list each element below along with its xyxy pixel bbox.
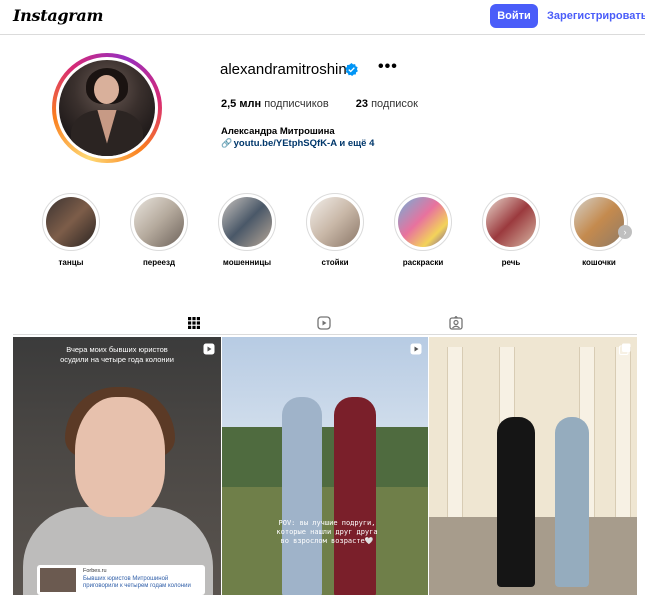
news-thumbnail [40,568,76,592]
post-caption: POV: вы лучшие подруги, которые нашли др… [276,519,378,545]
highlight-label: танцы [58,258,84,267]
following-label: подписок [371,98,418,110]
more-options-icon[interactable]: ••• [378,58,398,76]
highlight-coloring-icon [398,197,448,247]
reels-icon [317,316,331,330]
tab-reels[interactable] [303,311,345,335]
tab-posts[interactable] [173,311,215,335]
highlight-handstands-icon [310,197,360,247]
highlight-label: стойки [321,258,349,267]
news-source: Forbes.ru [83,568,107,574]
highlight-scammers-icon [222,197,272,247]
following-count: 23 [355,98,369,110]
top-bar: Instagram Войти Зарегистрироваться [0,0,645,35]
link-icon: 🔗 [221,138,233,148]
highlight-item[interactable]: речь [480,193,542,267]
highlight-label: переезд [142,258,176,267]
avatar-image [59,60,155,156]
profile-full-name: Александра Митрошина [221,126,335,137]
post-thumbnail[interactable] [429,337,637,595]
signup-link[interactable]: Зарегистрироваться [547,10,645,22]
story-highlights: танцы переезд мошенницы стойки раскраски… [40,193,640,273]
profile-stats: 2,5 млн подписчиков 23 подписок [221,98,442,110]
followers-count: 2,5 млн [221,98,262,110]
chevron-right-icon[interactable]: › [618,225,632,239]
highlight-label: кошочки [582,258,616,267]
carousel-badge-icon [619,343,631,355]
highlight-speech-icon [486,197,536,247]
tabs-divider [13,334,637,335]
grid-icon [188,316,200,329]
following-stat[interactable]: 23 подписок [356,98,418,110]
post-thumbnail[interactable]: POV: вы лучшие подруги, которые нашли др… [222,337,428,595]
profile-username: alexandramitroshina [220,61,356,78]
followers-label: подписчиков [264,98,329,110]
reel-badge-icon [203,343,215,355]
highlight-cats-icon [574,197,624,247]
instagram-logo[interactable]: Instagram [13,6,103,25]
post-thumbnail[interactable]: Вчера моих бывших юристов осудили на чет… [13,337,221,595]
highlight-item[interactable]: стойки [304,193,366,267]
reel-badge-icon [410,343,422,355]
post-caption: Вчера моих бывших юристов осудили на чет… [60,345,174,364]
highlight-move-icon [134,197,184,247]
highlight-item[interactable]: раскраски [392,193,454,267]
highlight-label: речь [501,258,521,267]
news-card: Forbes.ru Бывших юристов Митрошиной приг… [37,565,205,595]
news-title: Бывших юристов Митрошиной приговорили к … [83,576,191,589]
highlight-item[interactable]: переезд [128,193,190,267]
followers-stat[interactable]: 2,5 млн подписчиков [221,98,329,110]
highlight-label: мошенницы [222,258,272,267]
highlight-item[interactable]: мошенницы [216,193,278,267]
profile-avatar[interactable] [52,53,162,163]
highlight-item[interactable]: танцы [40,193,102,267]
tagged-icon [449,316,463,330]
highlight-label: раскраски [402,258,444,267]
verified-badge-icon [345,63,358,76]
login-button[interactable]: Войти [490,4,538,28]
profile-link[interactable]: 🔗 youtu.be/YEtphSQfK-A и ещё 4 [221,138,374,149]
highlight-dance-icon [46,197,96,247]
profile-link-text[interactable]: youtu.be/YEtphSQfK-A и ещё 4 [234,138,375,149]
tab-tagged[interactable] [435,311,477,335]
